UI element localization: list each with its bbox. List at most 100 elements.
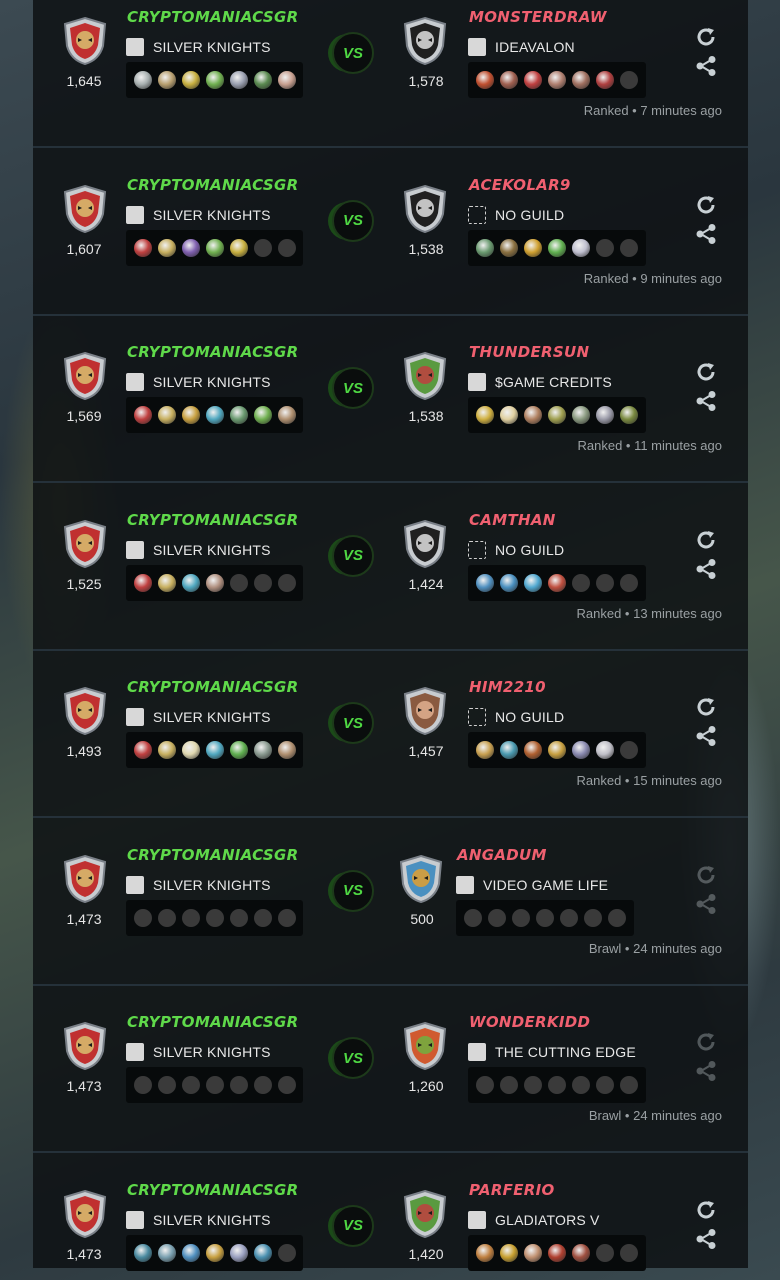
card-icon[interactable] (158, 741, 176, 759)
card-icon[interactable] (524, 1243, 542, 1262)
player-guild[interactable]: SILVER KNIGHTS (126, 373, 271, 391)
card-icon[interactable] (206, 406, 224, 424)
card-icon[interactable] (500, 406, 518, 424)
player-guild[interactable]: SILVER KNIGHTS (126, 1210, 271, 1229)
share-icon[interactable] (695, 390, 717, 412)
card-icon[interactable] (476, 71, 494, 89)
card-icon[interactable] (524, 406, 542, 424)
opponent-guild[interactable]: NO GUILD (468, 205, 564, 224)
card-icon[interactable] (572, 1243, 590, 1262)
card-icon[interactable] (278, 71, 296, 89)
player-name[interactable]: CRYPTOMANIACSGR (127, 1181, 298, 1199)
card-icon[interactable] (158, 71, 176, 89)
card-icon[interactable] (182, 741, 200, 759)
card-icon[interactable] (548, 1243, 566, 1262)
card-icon[interactable] (572, 741, 590, 759)
player-guild[interactable]: SILVER KNIGHTS (126, 875, 271, 894)
replay-icon[interactable] (695, 696, 717, 718)
opponent-avatar[interactable] (401, 351, 449, 401)
card-icon[interactable] (182, 238, 200, 257)
opponent-name[interactable]: PARFERIO (469, 1181, 555, 1199)
opponent-avatar[interactable] (401, 519, 449, 569)
card-icon[interactable] (230, 741, 248, 759)
replay-icon[interactable] (695, 194, 717, 216)
card-icon[interactable] (134, 741, 152, 759)
card-icon[interactable] (134, 238, 152, 257)
card-icon[interactable] (476, 406, 494, 424)
share-icon[interactable] (695, 558, 717, 580)
card-icon[interactable] (524, 238, 542, 257)
opponent-name[interactable]: HIM2210 (469, 678, 546, 696)
player-name[interactable]: CRYPTOMANIACSGR (127, 8, 298, 26)
player-name[interactable]: CRYPTOMANIACSGR (127, 343, 298, 361)
player-avatar[interactable] (61, 686, 109, 736)
card-icon[interactable] (524, 741, 542, 759)
opponent-name[interactable]: ANGADUM (457, 846, 547, 864)
card-icon[interactable] (230, 406, 248, 424)
share-icon[interactable] (695, 1060, 717, 1082)
opponent-guild[interactable]: THE CUTTING EDGE (468, 1043, 636, 1061)
player-avatar[interactable] (61, 1021, 109, 1071)
share-icon[interactable] (695, 55, 717, 77)
card-icon[interactable] (158, 573, 176, 592)
replay-icon[interactable] (695, 26, 717, 48)
card-icon[interactable] (134, 573, 152, 592)
card-icon[interactable] (182, 573, 200, 592)
replay-icon[interactable] (695, 864, 717, 886)
card-icon[interactable] (572, 238, 590, 257)
card-icon[interactable] (182, 1243, 200, 1262)
opponent-name[interactable]: MONSTERDRAW (469, 8, 607, 26)
card-icon[interactable] (476, 573, 494, 592)
opponent-name[interactable]: ACEKOLAR9 (469, 176, 571, 194)
share-icon[interactable] (695, 223, 717, 245)
replay-icon[interactable] (695, 529, 717, 551)
card-icon[interactable] (500, 1243, 518, 1262)
card-icon[interactable] (476, 1243, 494, 1262)
player-guild[interactable]: SILVER KNIGHTS (126, 1043, 271, 1061)
opponent-guild[interactable]: IDEAVALON (468, 38, 575, 56)
opponent-avatar[interactable] (401, 184, 449, 234)
card-icon[interactable] (476, 741, 494, 759)
share-icon[interactable] (695, 725, 717, 747)
opponent-avatar[interactable] (401, 16, 449, 66)
card-icon[interactable] (206, 71, 224, 89)
player-avatar[interactable] (61, 16, 109, 66)
card-icon[interactable] (206, 238, 224, 257)
replay-icon[interactable] (695, 1031, 717, 1053)
opponent-guild[interactable]: GLADIATORS V (468, 1210, 600, 1229)
card-icon[interactable] (254, 741, 272, 759)
player-name[interactable]: CRYPTOMANIACSGR (127, 1013, 298, 1031)
opponent-name[interactable]: THUNDERSUN (469, 343, 589, 361)
card-icon[interactable] (254, 406, 272, 424)
opponent-guild[interactable]: NO GUILD (468, 708, 564, 726)
player-guild[interactable]: SILVER KNIGHTS (126, 38, 271, 56)
opponent-guild[interactable]: VIDEO GAME LIFE (456, 875, 608, 894)
player-avatar[interactable] (61, 1189, 109, 1239)
player-avatar[interactable] (61, 184, 109, 234)
card-icon[interactable] (230, 238, 248, 257)
card-icon[interactable] (548, 406, 566, 424)
card-icon[interactable] (230, 1243, 248, 1262)
card-icon[interactable] (230, 71, 248, 89)
opponent-avatar[interactable] (397, 854, 445, 904)
card-icon[interactable] (524, 71, 542, 89)
card-icon[interactable] (548, 71, 566, 89)
player-name[interactable]: CRYPTOMANIACSGR (127, 511, 298, 529)
card-icon[interactable] (620, 406, 638, 424)
opponent-avatar[interactable] (401, 1021, 449, 1071)
opponent-avatar[interactable] (401, 1189, 449, 1239)
player-avatar[interactable] (61, 854, 109, 904)
card-icon[interactable] (596, 741, 614, 759)
replay-icon[interactable] (695, 361, 717, 383)
card-icon[interactable] (206, 1243, 224, 1262)
card-icon[interactable] (548, 741, 566, 759)
card-icon[interactable] (572, 71, 590, 89)
card-icon[interactable] (134, 1243, 152, 1262)
card-icon[interactable] (278, 406, 296, 424)
opponent-guild[interactable]: $GAME CREDITS (468, 373, 612, 391)
card-icon[interactable] (548, 238, 566, 257)
card-icon[interactable] (278, 741, 296, 759)
card-icon[interactable] (596, 71, 614, 89)
share-icon[interactable] (695, 1228, 717, 1250)
card-icon[interactable] (134, 71, 152, 89)
